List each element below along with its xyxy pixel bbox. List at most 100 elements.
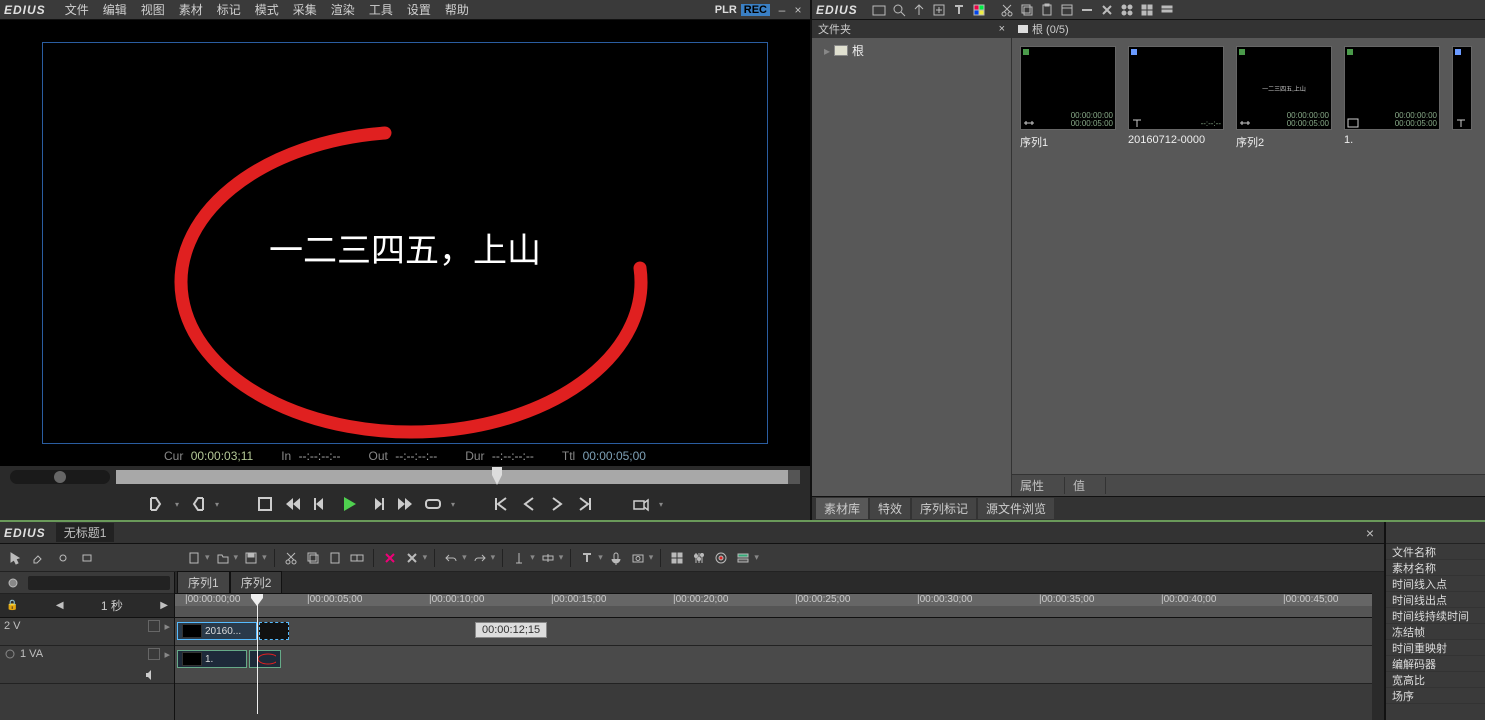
menu-capture[interactable]: 采集 [286,1,324,18]
open-icon[interactable] [214,549,232,567]
folder-close-icon[interactable]: × [999,23,1005,35]
zoom-next[interactable]: ▶ [160,600,168,611]
minimize-button[interactable]: – [774,3,790,17]
copy-icon[interactable] [1018,1,1036,19]
track-patch-icon[interactable] [148,648,160,660]
set-in-icon[interactable] [147,494,167,514]
menu-settings[interactable]: 设置 [400,1,438,18]
redo-icon[interactable] [471,549,489,567]
tab-effects[interactable]: 特效 [870,498,910,519]
stop-button[interactable] [255,494,275,514]
timecode-dur[interactable]: --:--:--:-- [492,449,534,463]
menu-file[interactable]: 文件 [58,1,96,18]
track-header-v2[interactable]: 2 V ▸ [0,618,174,646]
info-item[interactable]: 时间线入点 [1386,576,1485,592]
save-icon[interactable] [242,549,260,567]
props-icon[interactable] [1058,1,1076,19]
tl-delete-icon[interactable] [403,549,421,567]
clip-ellipse[interactable] [249,650,281,668]
new-icon[interactable] [185,549,203,567]
vol-toggle-icon[interactable] [4,574,22,592]
color-icon[interactable] [970,1,988,19]
bar-icon[interactable] [1078,1,1096,19]
close-button[interactable]: × [790,3,806,17]
title-icon[interactable] [950,1,968,19]
tab-seqmarker[interactable]: 序列标记 [912,498,976,519]
voiceover-icon[interactable] [607,549,625,567]
speaker-icon[interactable] [144,669,156,681]
tl-replace-icon[interactable] [348,549,366,567]
menu-edit[interactable]: 编辑 [96,1,134,18]
scope-icon[interactable] [712,549,730,567]
timeline-ruler[interactable]: |00:00:00;00|00:00:05;00|00:00:10;00|00:… [175,594,1384,618]
tl-copy-icon[interactable] [304,549,322,567]
link-icon[interactable] [4,648,16,660]
info-item[interactable]: 时间线持续时间 [1386,608,1485,624]
lock-icon[interactable]: 🔒 [6,600,18,611]
tool-edit-icon[interactable] [30,549,48,567]
razor-icon[interactable] [510,549,528,567]
add-clip-icon[interactable] [930,1,948,19]
tab-library[interactable]: 素材库 [816,498,868,519]
timecode-out[interactable]: --:--:--:-- [395,449,437,463]
stack-icon[interactable] [734,549,752,567]
transition-icon[interactable] [539,549,557,567]
set-out-icon[interactable] [187,494,207,514]
tl-close-icon[interactable]: × [1360,525,1380,541]
paste-icon[interactable] [1038,1,1056,19]
detail-icon[interactable] [1158,1,1176,19]
tool-link-icon[interactable] [54,549,72,567]
info-item[interactable]: 宽高比 [1386,672,1485,688]
next-frame-button[interactable] [367,494,387,514]
info-item[interactable]: 时间线出点 [1386,592,1485,608]
menu-view[interactable]: 视图 [134,1,172,18]
delete-icon[interactable] [1098,1,1116,19]
tl-title-icon[interactable] [578,549,596,567]
rewind-button[interactable] [283,494,303,514]
info-item[interactable]: 时间重映射 [1386,640,1485,656]
ripple-delete-icon[interactable] [381,549,399,567]
shuttle-control[interactable] [10,470,110,484]
view-icon[interactable] [1138,1,1156,19]
clips-grid[interactable]: 00:00:00:0000:00:05:00序列1 --:--:--201607… [1012,38,1485,474]
clip-20160[interactable]: 20160... [177,622,257,640]
track-expand-icon[interactable]: ▸ [164,620,170,633]
bin-clip[interactable] [1452,46,1472,130]
prev-frame-button[interactable] [311,494,331,514]
bin-clip[interactable]: 00:00:00:0000:00:05:001. [1344,46,1440,146]
mixer-icon[interactable] [690,549,708,567]
info-item[interactable]: 冻结帧 [1386,624,1485,640]
clip-empty[interactable] [259,622,289,640]
info-item[interactable]: 文件名称 [1386,544,1485,560]
loop-button[interactable] [423,494,443,514]
seq-tab-2[interactable]: 序列2 [230,571,283,593]
tool-select-icon[interactable] [6,549,24,567]
up-icon[interactable] [910,1,928,19]
tab-srcbrowser[interactable]: 源文件浏览 [978,498,1054,519]
menu-render[interactable]: 渲染 [324,1,362,18]
track-lane-v2[interactable]: 20160... 00:00:12;15 [175,618,1384,646]
position-bar[interactable] [116,470,800,484]
track-patch-icon[interactable] [148,620,160,632]
settings-toggle-icon[interactable] [1118,1,1136,19]
info-item[interactable]: 场序 [1386,688,1485,704]
export-button[interactable] [631,494,651,514]
tl-cut-icon[interactable] [282,549,300,567]
clip-1[interactable]: 1. [177,650,247,668]
nest-icon[interactable] [668,549,686,567]
bin-clip[interactable]: --:--:--20160712-0000 [1128,46,1224,146]
bin-clip[interactable]: 00:00:00:0000:00:05:00序列1 [1020,46,1116,150]
menu-clip[interactable]: 素材 [172,1,210,18]
seq-tab-1[interactable]: 序列1 [177,571,230,593]
tool-trim-icon[interactable] [78,549,96,567]
menu-help[interactable]: 帮助 [438,1,476,18]
zoom-prev[interactable]: ◀ [56,600,64,611]
track-ctrl-slider[interactable] [28,576,170,590]
play-button[interactable] [339,494,359,514]
info-item[interactable]: 编解码器 [1386,656,1485,672]
track-expand-icon[interactable]: ▸ [164,648,170,661]
scrollbar-vertical[interactable] [1372,572,1384,720]
tl-paste-icon[interactable] [326,549,344,567]
zoom-value[interactable]: 1 秒 [101,597,123,614]
track-header-va1[interactable]: 1 VA ▸ [0,646,174,684]
